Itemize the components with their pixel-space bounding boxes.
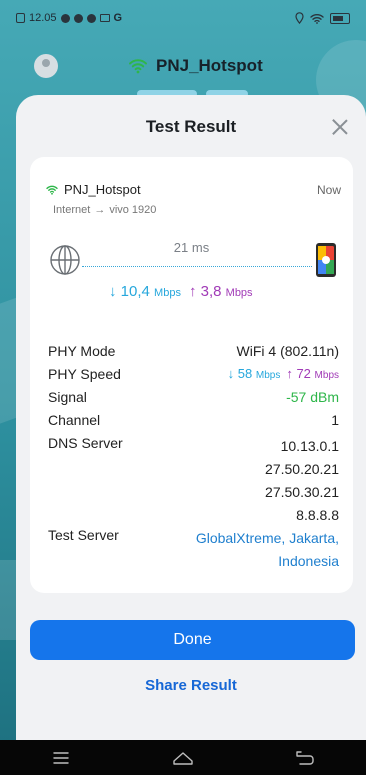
location-icon xyxy=(295,12,304,24)
phy-up: ↑ 72 Mbps xyxy=(286,366,339,381)
sheet-title: Test Result xyxy=(145,117,237,136)
phy-down: ↓ 58 Mbps xyxy=(228,366,281,381)
dns-values: 10.13.0.1 27.50.20.21 27.50.30.21 8.8.8.… xyxy=(265,435,339,527)
row-test-server: Test Server GlobalXtreme, Jakarta, Indon… xyxy=(48,527,339,573)
test-server-value[interactable]: GlobalXtreme, Jakarta, Indonesia xyxy=(196,527,339,573)
battery-icon xyxy=(330,12,350,24)
download-arrow: ↓ xyxy=(109,283,117,300)
phy-mode-label: PHY Mode xyxy=(48,343,116,359)
dns-value: 27.50.30.21 xyxy=(265,484,339,500)
signal-value: -57 dBm xyxy=(286,389,339,405)
mail-icon xyxy=(99,14,110,22)
result-card: PNJ_Hotspot Internet → vivo 1920 Now 21 … xyxy=(30,157,353,593)
upload-value: 3,8 xyxy=(200,283,222,300)
row-channel: Channel 1 xyxy=(48,412,339,435)
phy-mode-value: WiFi 4 (802.11n) xyxy=(236,343,339,359)
close-icon[interactable] xyxy=(330,117,350,137)
screenshot-indicator-icon xyxy=(16,13,25,23)
details-table: PHY Mode WiFi 4 (802.11n) PHY Speed ↓ 58… xyxy=(48,343,339,573)
status-bar: 12.05 G xyxy=(0,0,366,36)
app-header: PNJ_Hotspot xyxy=(0,48,366,84)
wifi-icon xyxy=(129,59,147,74)
test-result-sheet: Test Result PNJ_Hotspot Internet → vivo … xyxy=(16,95,366,740)
phy-up-unit: Mbps xyxy=(314,370,339,381)
timestamp: Now xyxy=(316,183,341,197)
header-ssid: PNJ_Hotspot xyxy=(128,56,263,76)
done-button[interactable]: Done xyxy=(30,620,355,660)
upload-unit: Mbps xyxy=(225,287,253,299)
status-time: 12.05 xyxy=(29,12,57,24)
row-phy-mode: PHY Mode WiFi 4 (802.11n) xyxy=(48,343,339,366)
notification-icon xyxy=(86,13,96,23)
carrier-glyph: G xyxy=(113,12,123,24)
avatar[interactable] xyxy=(34,54,58,78)
test-server-label: Test Server xyxy=(48,527,119,543)
signal-label: Signal xyxy=(48,389,87,405)
network-ssid: PNJ_Hotspot xyxy=(64,182,141,197)
phy-up-value: 72 xyxy=(296,366,311,381)
network-row: PNJ_Hotspot xyxy=(46,182,141,197)
phy-down-unit: Mbps xyxy=(255,370,281,381)
menu-button[interactable] xyxy=(31,740,91,775)
status-left: 12.05 G xyxy=(16,12,122,24)
channel-value: 1 xyxy=(331,412,339,428)
test-server-line: GlobalXtreme, Jakarta, xyxy=(195,530,339,546)
notification-icon xyxy=(73,13,83,23)
status-right xyxy=(295,12,350,24)
wifi-status-icon xyxy=(310,13,324,24)
navigation-bar xyxy=(0,740,366,775)
download-unit: Mbps xyxy=(154,287,181,299)
row-phy-speed: PHY Speed ↓ 58 Mbps ↑ 72 Mbps xyxy=(48,366,339,389)
channel-label: Channel xyxy=(48,412,101,428)
route-from: Internet xyxy=(53,204,91,216)
download-speed: ↓ 10,4 Mbps xyxy=(109,283,181,300)
phy-down-value: 58 xyxy=(237,366,253,381)
phy-speed-value: ↓ 58 Mbps ↑ 72 Mbps xyxy=(228,366,339,381)
upload-arrow: ↑ xyxy=(188,283,197,300)
home-button[interactable] xyxy=(153,740,213,775)
route-info: Internet → vivo 1920 xyxy=(53,204,156,216)
share-result-button[interactable]: Share Result xyxy=(16,677,366,694)
connection-line xyxy=(82,266,312,267)
dns-value: 10.13.0.1 xyxy=(280,438,339,454)
phone-icon xyxy=(316,243,336,277)
latency: 21 ms xyxy=(173,240,210,255)
phy-speed-label: PHY Speed xyxy=(48,366,121,382)
test-server-line: Indonesia xyxy=(278,553,339,569)
row-dns-server: DNS Server 10.13.0.1 27.50.20.21 27.50.3… xyxy=(48,435,339,527)
dns-value: 8.8.8.8 xyxy=(296,507,339,523)
back-icon xyxy=(296,750,314,765)
route-to: vivo 1920 xyxy=(109,204,157,216)
dns-label: DNS Server xyxy=(48,435,123,451)
route-arrow: → xyxy=(94,204,106,216)
menu-icon xyxy=(53,751,69,764)
upload-speed: ↑ 3,8 Mbps xyxy=(189,283,253,300)
download-value: 10,4 xyxy=(120,283,150,300)
row-signal: Signal -57 dBm xyxy=(48,389,339,412)
back-button[interactable] xyxy=(275,740,335,775)
wifi-icon xyxy=(46,185,58,195)
phy-down-arrow: ↓ xyxy=(227,366,235,381)
phy-up-arrow: ↑ xyxy=(286,366,293,381)
header-ssid-text: PNJ_Hotspot xyxy=(156,56,263,75)
notification-icon xyxy=(60,13,70,23)
home-icon xyxy=(173,751,193,765)
speed-summary: ↓ 10,4 Mbps ↑ 3,8 Mbps xyxy=(109,283,253,300)
dns-value: 27.50.20.21 xyxy=(265,461,339,477)
